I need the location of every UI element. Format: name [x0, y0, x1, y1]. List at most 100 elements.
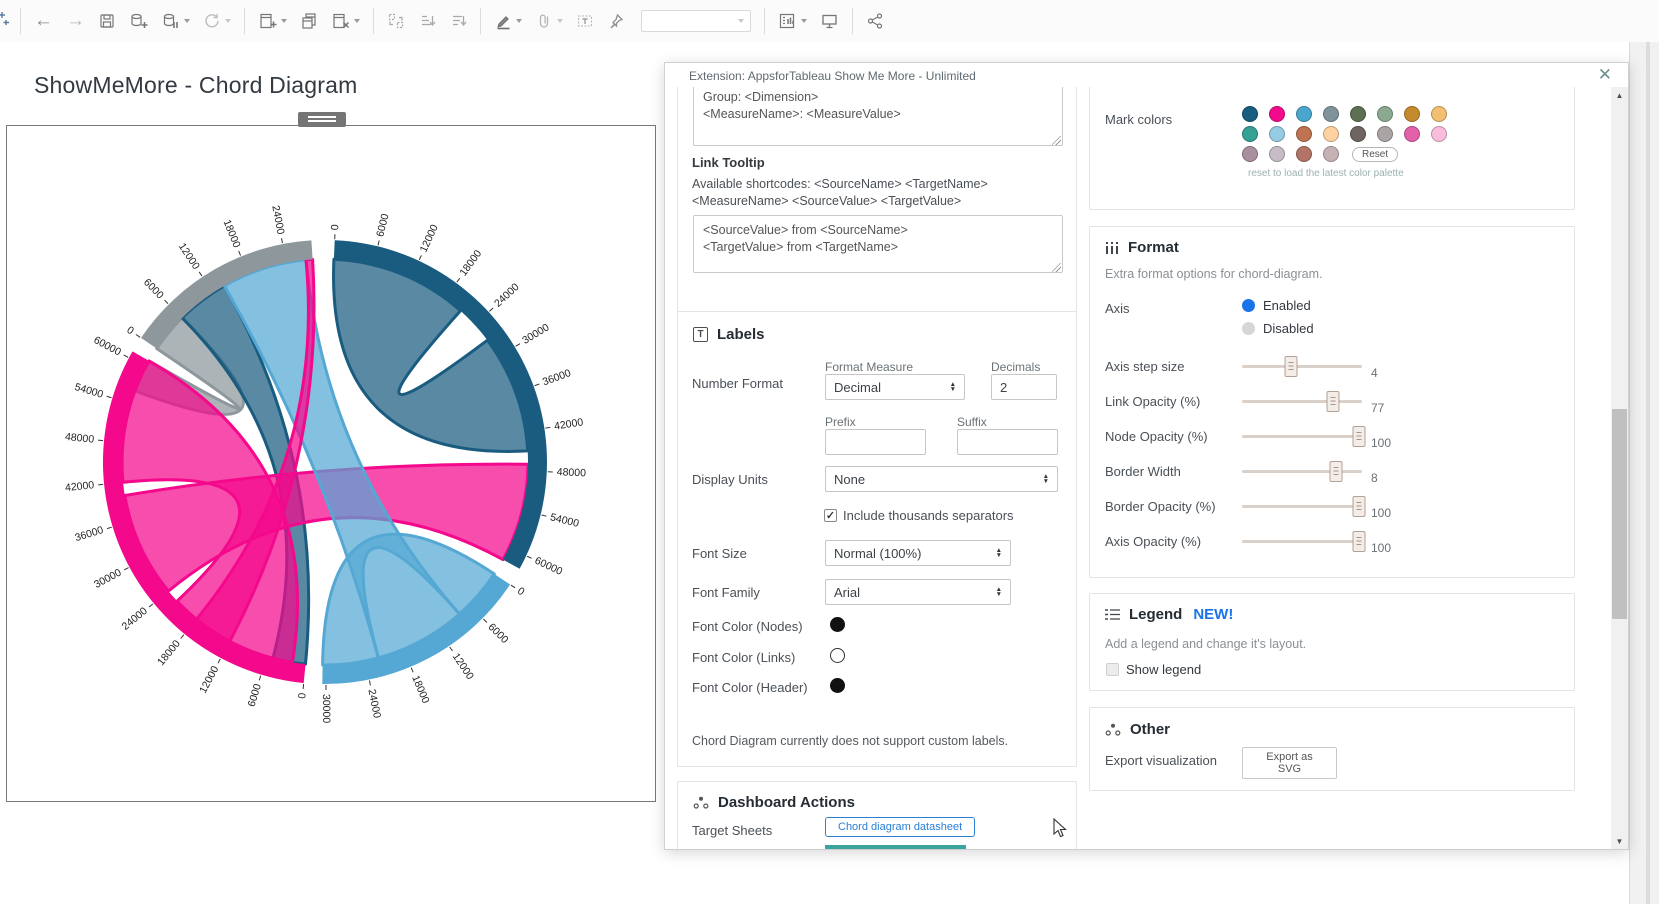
slider-track[interactable] — [1242, 400, 1362, 403]
legend-icon — [1105, 608, 1120, 621]
slider-track[interactable] — [1242, 505, 1362, 508]
slider-value: 77 — [1371, 401, 1384, 415]
thousands-checkbox[interactable]: ✓ — [824, 509, 837, 522]
duplicate-sheet-icon[interactable] — [300, 12, 318, 30]
redo-icon[interactable]: → — [66, 12, 85, 30]
textarea-resize-grip[interactable] — [1052, 263, 1061, 272]
font-color-links-swatch[interactable] — [830, 648, 845, 663]
mark-color-swatch[interactable] — [1242, 126, 1258, 142]
mark-color-swatch[interactable] — [1269, 106, 1285, 122]
dialog-scrollbar[interactable]: ▲ ▼ — [1611, 87, 1628, 849]
tableau-logo-icon[interactable] — [0, 11, 9, 34]
textarea-resize-grip[interactable] — [1052, 136, 1061, 145]
close-icon[interactable]: ✕ — [1598, 65, 1612, 85]
format-measure-select[interactable]: Decimal▲▼ — [825, 374, 965, 400]
axis-disabled-radio[interactable] — [1242, 322, 1255, 335]
mark-color-swatch[interactable] — [1269, 146, 1285, 162]
mark-color-swatch[interactable] — [1296, 146, 1312, 162]
reset-colors-button[interactable]: Reset — [1352, 147, 1398, 162]
mark-color-swatch[interactable] — [1323, 126, 1339, 142]
fit-selector[interactable] — [641, 10, 751, 32]
link-tooltip-textarea[interactable]: <SourceValue> from <SourceName> <TargetV… — [693, 215, 1063, 273]
prefix-input[interactable] — [825, 429, 926, 455]
axis-tick-label: 24000 — [269, 204, 286, 235]
mark-color-swatch[interactable] — [1404, 106, 1420, 122]
slider-track[interactable] — [1242, 435, 1362, 438]
viz-drag-handle[interactable] — [298, 112, 346, 127]
mark-color-swatch[interactable] — [1269, 126, 1285, 142]
mark-color-swatch[interactable] — [1350, 106, 1366, 122]
swap-rows-columns-icon[interactable] — [387, 12, 405, 30]
text-object-icon[interactable] — [576, 12, 594, 30]
slider-thumb[interactable] — [1353, 426, 1366, 447]
pause-auto-updates-icon[interactable] — [161, 12, 190, 30]
slider-track[interactable] — [1242, 470, 1362, 473]
show-legend-checkbox[interactable] — [1106, 663, 1119, 676]
mark-color-swatch[interactable] — [1242, 106, 1258, 122]
new-data-source-icon[interactable] — [129, 12, 148, 30]
slider-row: Border Opacity (%)100 — [1105, 489, 1565, 524]
save-icon[interactable] — [98, 12, 116, 30]
mark-color-swatch[interactable] — [1323, 106, 1339, 122]
export-svg-button[interactable]: Export as SVG — [1242, 747, 1337, 779]
slider-thumb[interactable] — [1330, 461, 1343, 482]
new-worksheet-icon[interactable] — [258, 12, 287, 30]
decimals-input[interactable] — [991, 374, 1057, 400]
group-tooltip-textarea[interactable]: Group: <Dimension> <MeasureName>: <Measu… — [693, 87, 1063, 146]
axis-tick-label: 60000 — [92, 334, 124, 358]
font-color-header-swatch[interactable] — [830, 678, 845, 693]
axis-tick — [411, 668, 413, 673]
axis-tick-label: 12000 — [450, 651, 476, 682]
mark-color-swatch[interactable] — [1296, 106, 1312, 122]
show-cards-icon[interactable] — [778, 12, 807, 30]
font-size-select[interactable]: Normal (100%)▲▼ — [825, 540, 1011, 566]
clear-sheet-icon[interactable] — [331, 12, 360, 30]
mark-color-swatch[interactable] — [1377, 106, 1393, 122]
undo-icon[interactable]: ← — [34, 12, 53, 30]
legend-subtitle: Add a legend and change it's layout. — [1105, 637, 1306, 651]
paperclip-icon[interactable] — [535, 12, 563, 30]
scrollbar-thumb[interactable] — [1612, 409, 1627, 619]
mark-color-swatch[interactable] — [1431, 106, 1447, 122]
axis-tick-label: 0 — [124, 324, 136, 337]
mark-color-swatch[interactable] — [1296, 126, 1312, 142]
suffix-input[interactable] — [957, 429, 1058, 455]
presentation-mode-icon[interactable] — [820, 12, 839, 30]
slider-thumb[interactable] — [1326, 391, 1339, 412]
slider-track[interactable] — [1242, 365, 1362, 368]
slider-thumb[interactable] — [1353, 531, 1366, 552]
axis-tick — [136, 335, 140, 338]
scroll-down-icon[interactable]: ▼ — [1611, 833, 1628, 849]
other-heading: Other — [1130, 721, 1170, 738]
font-color-nodes-label: Font Color (Nodes) — [692, 619, 803, 634]
scroll-up-icon[interactable]: ▲ — [1611, 87, 1628, 103]
sheet-title: ShowMeMore - Chord Diagram — [34, 72, 357, 99]
font-color-nodes-swatch[interactable] — [830, 617, 845, 632]
font-family-select[interactable]: Arial▲▼ — [825, 579, 1011, 605]
mark-color-swatch[interactable] — [1431, 126, 1447, 142]
mark-color-swatch[interactable] — [1350, 126, 1366, 142]
highlight-icon[interactable] — [494, 12, 522, 30]
font-size-label: Font Size — [692, 546, 747, 561]
target-sheet-button[interactable]: Chord diagram datasheet — [825, 817, 975, 837]
sort-descending-icon[interactable] — [449, 12, 467, 30]
run-auto-updates-icon[interactable] — [203, 12, 231, 30]
extension-dialog: Extension: AppsforTableau Show Me More -… — [664, 62, 1629, 850]
mark-color-swatch[interactable] — [1323, 146, 1339, 162]
other-card: Other Export visualization Export as SVG — [1089, 707, 1575, 791]
mark-color-swatch[interactable] — [1404, 126, 1420, 142]
slider-thumb[interactable] — [1284, 356, 1297, 377]
toolbar-separator — [244, 8, 245, 34]
axis-enabled-radio[interactable] — [1242, 299, 1255, 312]
share-icon[interactable] — [866, 12, 884, 30]
axis-tick-label: 24000 — [120, 605, 150, 633]
slider-thumb[interactable] — [1353, 496, 1366, 517]
mark-color-swatch[interactable] — [1242, 146, 1258, 162]
axis-tick — [218, 659, 220, 663]
slider-track[interactable] — [1242, 540, 1362, 543]
target-sheet-selected-bar[interactable] — [825, 845, 966, 849]
display-units-select[interactable]: None▲▼ — [825, 466, 1058, 492]
pin-icon[interactable] — [607, 12, 625, 30]
mark-color-swatch[interactable] — [1377, 126, 1393, 142]
sort-ascending-icon[interactable] — [418, 12, 436, 30]
